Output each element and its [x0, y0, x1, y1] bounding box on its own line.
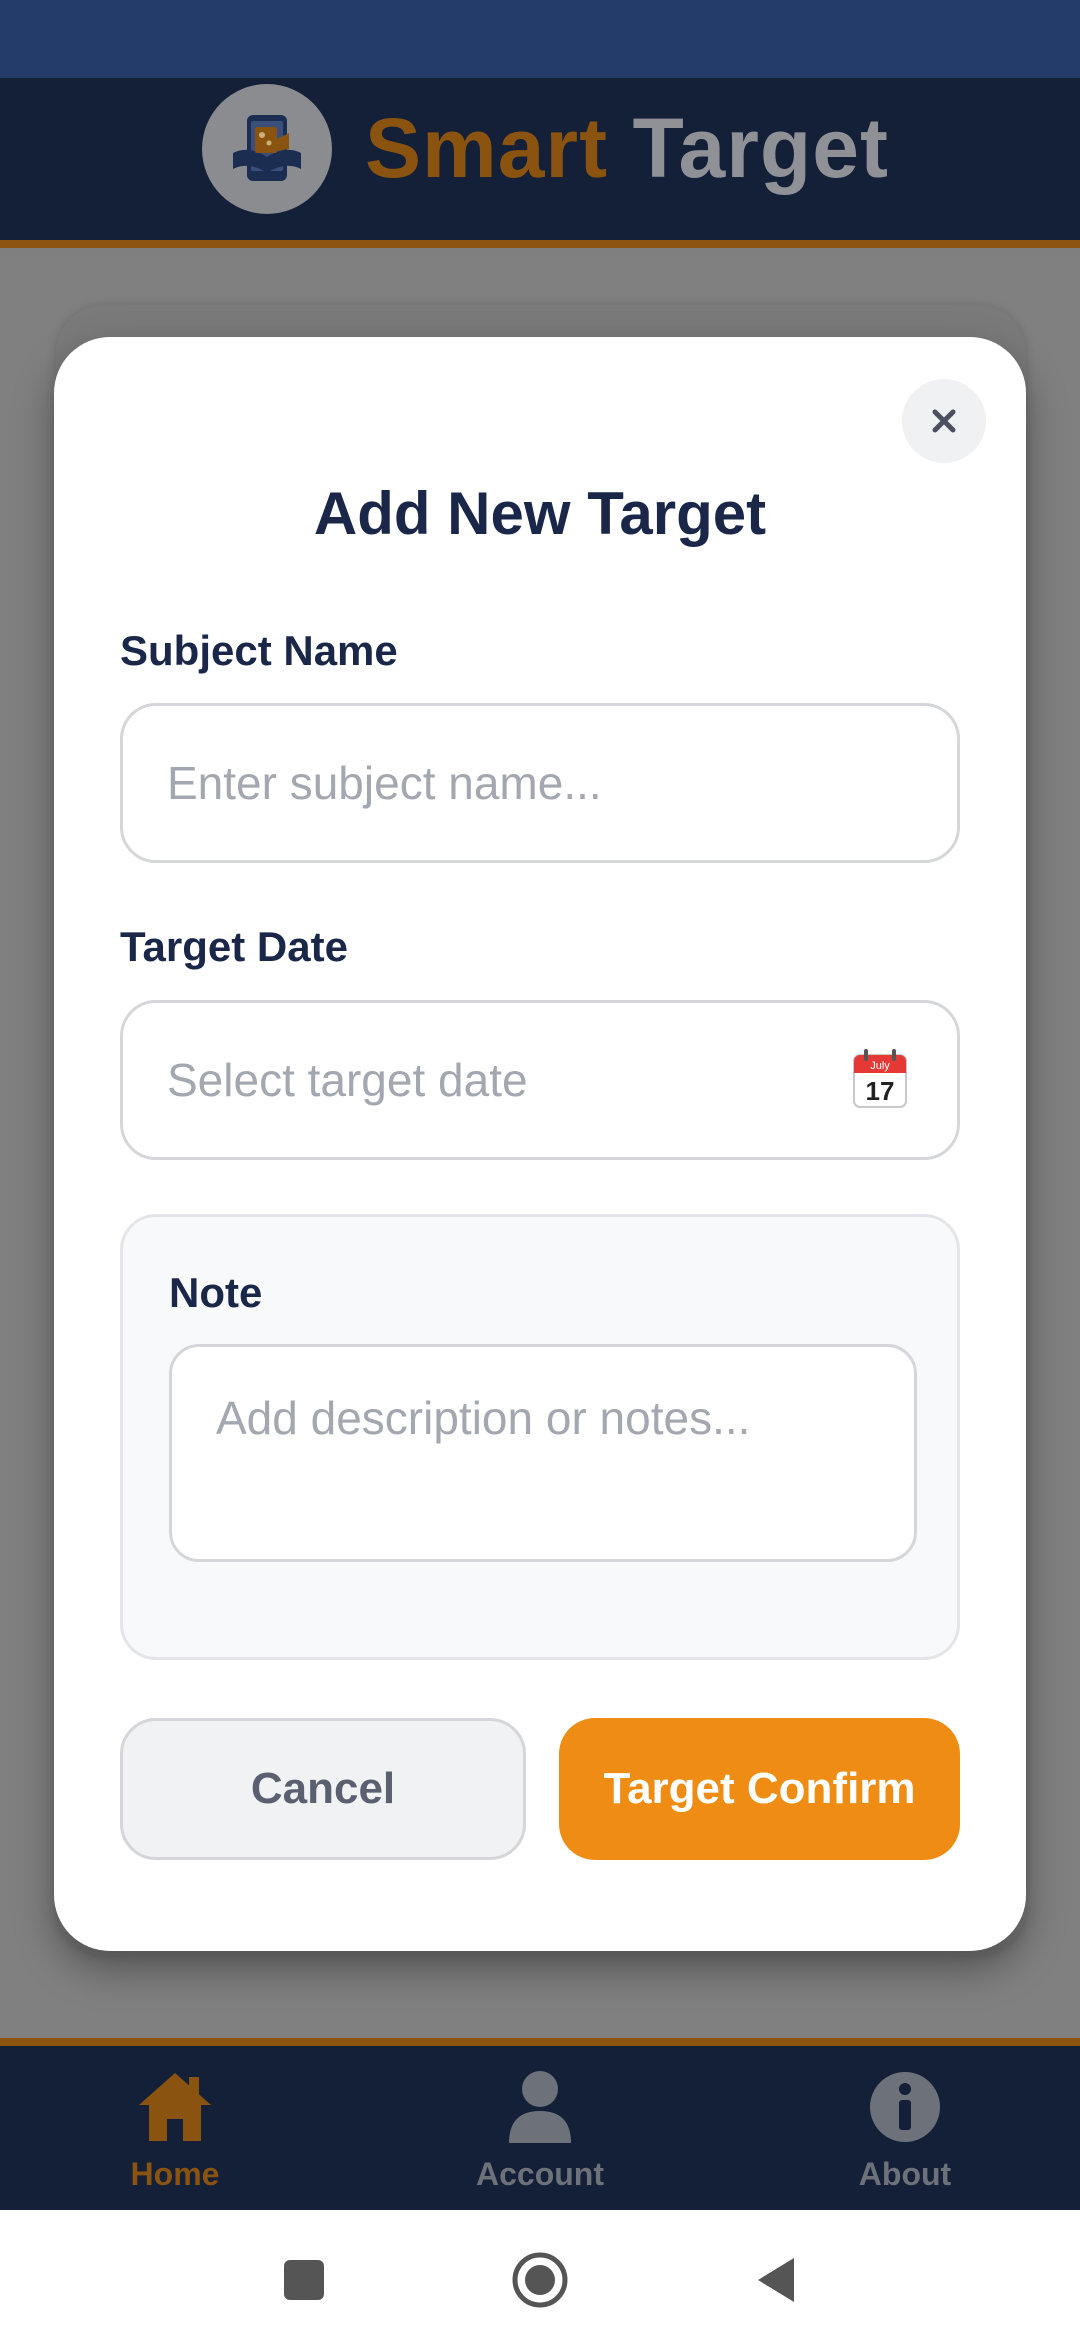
subject-name-input[interactable]	[120, 703, 960, 863]
note-panel: Note	[120, 1214, 960, 1660]
app-title-part2: Target	[632, 101, 889, 195]
close-button[interactable]	[902, 379, 986, 463]
app-header: Smart Target	[0, 78, 1080, 248]
calendar-icon[interactable]: July 17	[852, 1049, 908, 1109]
note-label: Note	[169, 1269, 263, 1316]
target-confirm-button[interactable]: Target Confirm	[559, 1718, 960, 1860]
app-title: Smart Target	[365, 100, 889, 197]
book-phone-icon	[233, 115, 301, 181]
home-circle-icon	[512, 2252, 568, 2308]
target-date-input[interactable]	[120, 1000, 960, 1160]
system-home-button[interactable]	[510, 2250, 570, 2310]
modal-title: Add New Target	[313, 480, 767, 547]
recents-icon	[284, 2260, 324, 2300]
app-title-part1: Smart	[365, 101, 609, 195]
nav-item-account[interactable]: Account	[390, 2066, 690, 2206]
app-logo	[202, 84, 332, 214]
back-button[interactable]	[746, 2250, 806, 2310]
note-textarea[interactable]	[169, 1344, 917, 1562]
nav-label-account: Account	[476, 2156, 604, 2192]
nav-item-home[interactable]: Home	[25, 2066, 325, 2206]
add-target-modal: Add New Target Subject Name Target Date …	[54, 337, 1026, 1951]
calendar-icon-month: July	[870, 1060, 890, 1072]
nav-label-about: About	[858, 2156, 952, 2192]
system-nav-bar	[0, 2210, 1080, 2340]
info-icon	[870, 2072, 940, 2142]
back-icon	[758, 2258, 794, 2302]
recents-button[interactable]	[274, 2250, 334, 2310]
bottom-nav: Home Account About	[0, 2038, 1080, 2210]
user-icon	[509, 2071, 571, 2143]
home-icon	[139, 2073, 211, 2141]
close-icon	[932, 409, 956, 433]
calendar-icon-day: 17	[866, 1076, 895, 1106]
subject-name-label: Subject Name	[120, 627, 398, 674]
status-bar	[0, 0, 1080, 78]
nav-label-home: Home	[130, 2156, 220, 2192]
cancel-button[interactable]: Cancel	[120, 1718, 526, 1860]
target-date-label: Target Date	[120, 923, 348, 970]
nav-item-about[interactable]: About	[755, 2066, 1055, 2206]
